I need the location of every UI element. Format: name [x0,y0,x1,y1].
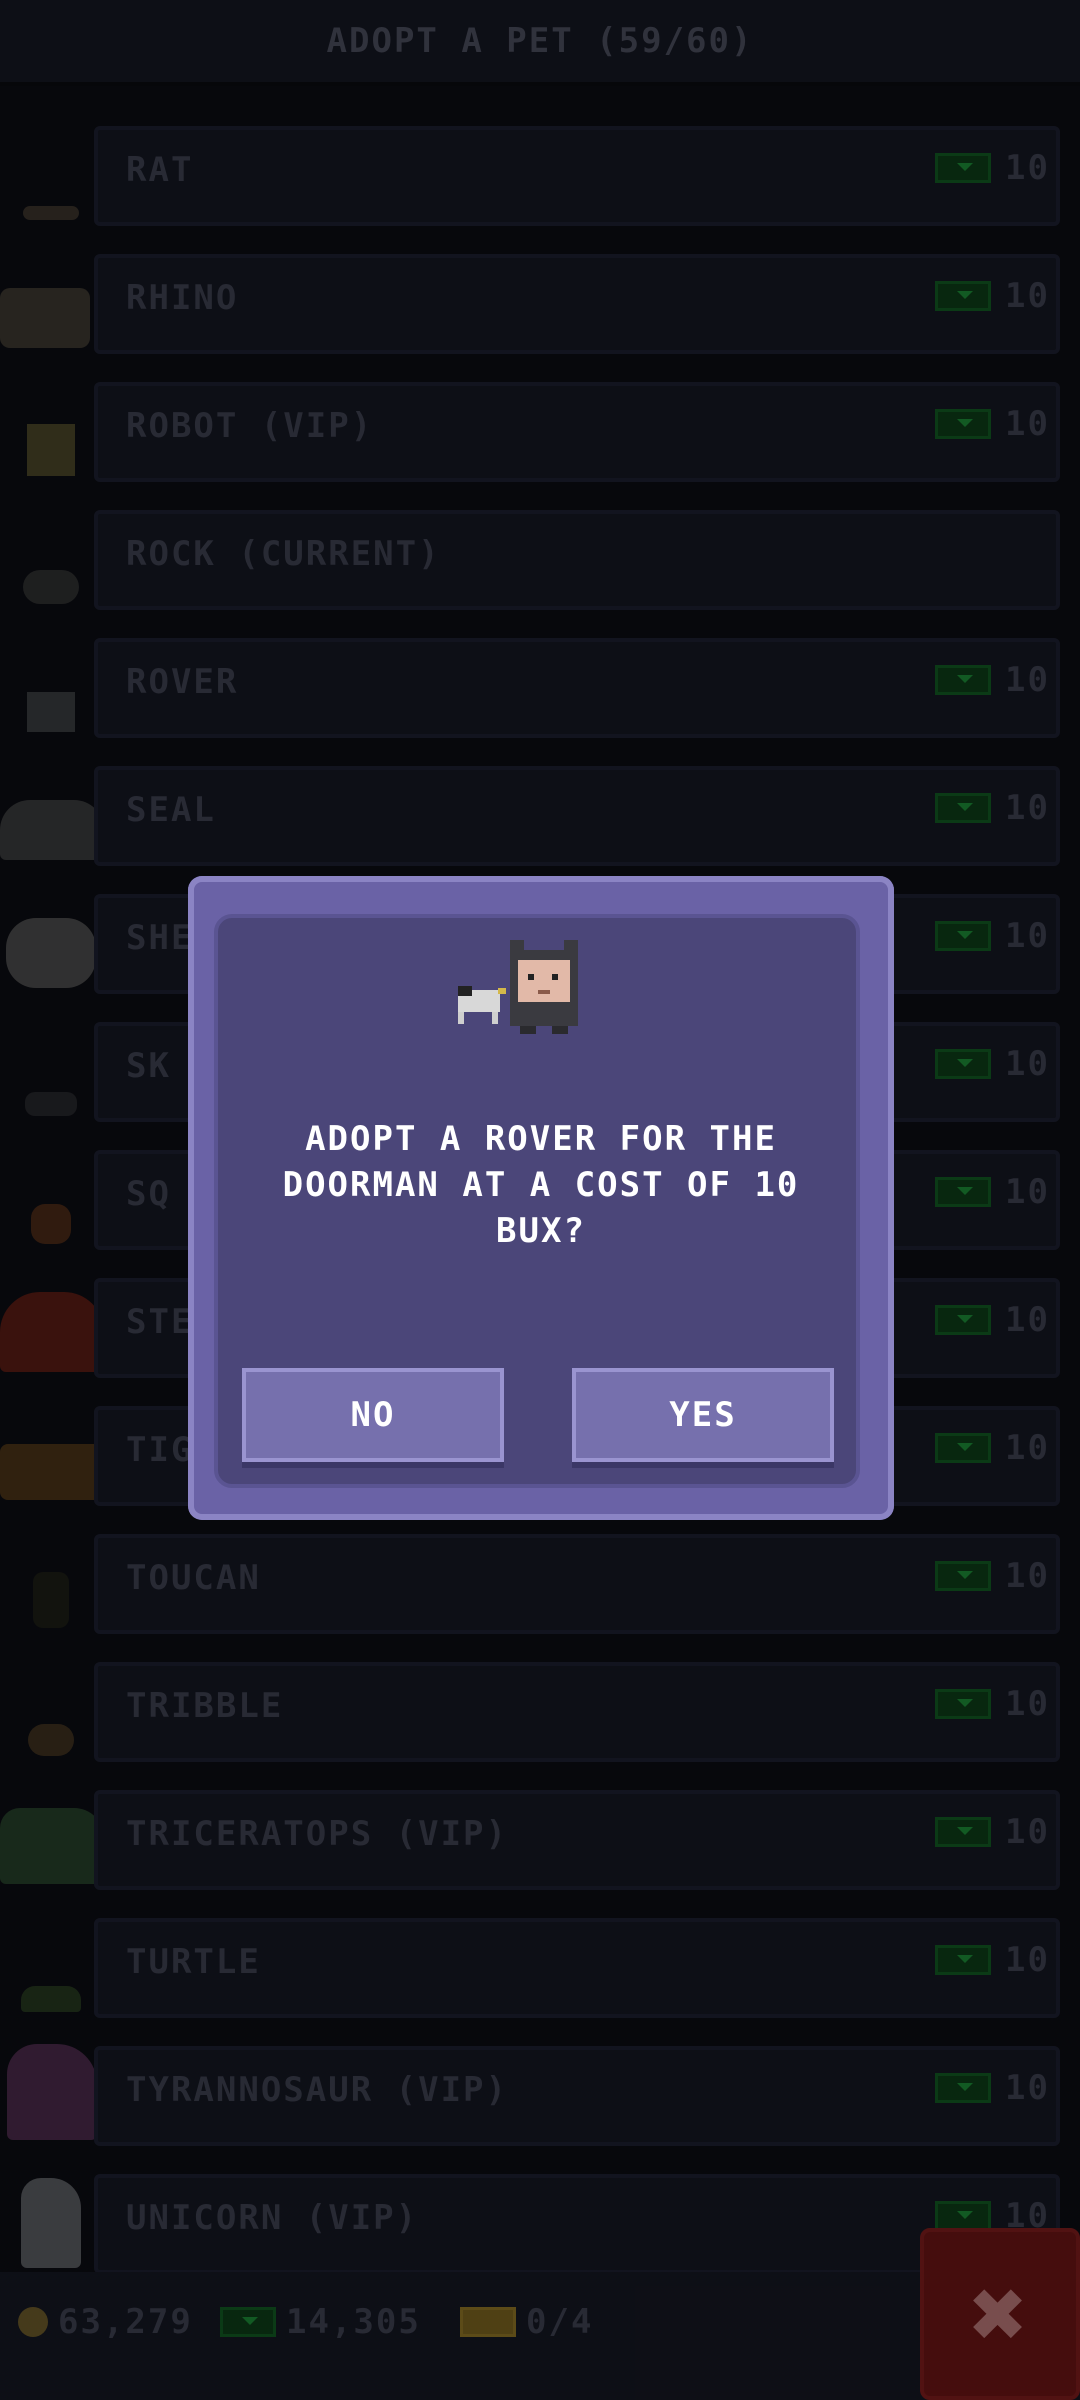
yes-button-label: YES [669,1395,737,1435]
adopt-dialog: ADOPT A ROVER FOR THE DOORMAN AT A COST … [188,876,894,1520]
doorman-with-rover-icon [458,940,578,1034]
dialog-message: ADOPT A ROVER FOR THE DOORMAN AT A COST … [282,1119,800,1251]
yes-button[interactable]: YES [572,1368,834,1462]
no-button[interactable]: NO [242,1368,504,1462]
no-button-label: NO [350,1395,396,1435]
